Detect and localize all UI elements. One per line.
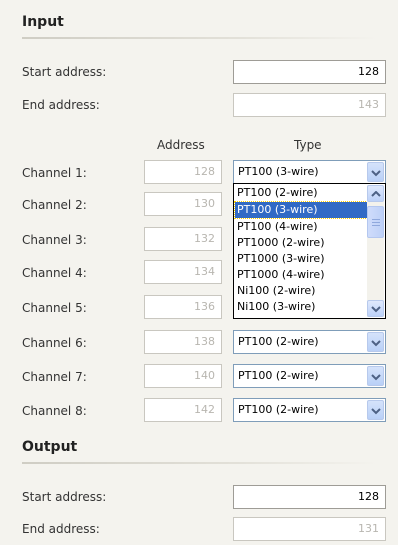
channel-type-value: PT100 (2-wire) bbox=[238, 369, 319, 382]
channel-address-field: 130 bbox=[144, 192, 222, 216]
dropdown-scrollbar[interactable] bbox=[367, 185, 384, 317]
input-end-address-field: 143 bbox=[233, 93, 386, 117]
output-end-address-label: End address: bbox=[22, 522, 100, 536]
output-end-address-field: 131 bbox=[233, 517, 386, 541]
dropdown-option[interactable]: Ni100 (3-wire) bbox=[235, 299, 367, 315]
scroll-thumb[interactable] bbox=[367, 206, 384, 238]
input-start-address-label: Start address: bbox=[22, 65, 107, 79]
channel-label: Channel 6: bbox=[22, 336, 87, 350]
channel-address-field: 140 bbox=[144, 364, 222, 388]
channel-1-type-select[interactable]: PT100 (3-wire) bbox=[233, 160, 386, 184]
channel-label: Channel 1: bbox=[22, 166, 87, 180]
dropdown-option[interactable]: PT1000 (4-wire) bbox=[235, 267, 367, 283]
chevron-down-icon[interactable] bbox=[367, 332, 384, 352]
channel-7-type-select[interactable]: PT100 (2-wire) bbox=[233, 364, 386, 388]
output-start-address-label: Start address: bbox=[22, 490, 107, 504]
dropdown-option[interactable]: Ni100 (2-wire) bbox=[235, 283, 367, 299]
channel-address-field: 128 bbox=[144, 160, 222, 184]
output-start-address-field[interactable]: 128 bbox=[233, 485, 386, 509]
dropdown-option[interactable]: PT100 (4-wire) bbox=[235, 219, 367, 235]
chevron-down-icon[interactable] bbox=[367, 366, 384, 386]
channel-type-value: PT100 (2-wire) bbox=[238, 335, 319, 348]
channel-6-type-select[interactable]: PT100 (2-wire) bbox=[233, 330, 386, 354]
chevron-down-icon[interactable] bbox=[367, 162, 384, 182]
channel-label: Channel 4: bbox=[22, 266, 87, 280]
channel-type-value: PT100 (3-wire) bbox=[238, 165, 319, 178]
channel-address-field: 132 bbox=[144, 227, 222, 251]
output-section-divider bbox=[22, 462, 377, 464]
input-section-divider bbox=[22, 37, 377, 39]
channel-address-field: 142 bbox=[144, 398, 222, 422]
channel-type-dropdown-list[interactable]: PT100 (2-wire) PT100 (3-wire) PT100 (4-w… bbox=[233, 183, 386, 319]
scroll-up-button[interactable] bbox=[367, 185, 384, 202]
channel-label: Channel 3: bbox=[22, 233, 87, 247]
dropdown-option[interactable]: PT100 (2-wire) bbox=[235, 185, 367, 201]
input-section-title: Input bbox=[22, 14, 64, 30]
channel-label: Channel 5: bbox=[22, 301, 87, 315]
dropdown-option[interactable]: PT1000 (2-wire) bbox=[235, 235, 367, 251]
input-start-address-field[interactable]: 128 bbox=[233, 60, 386, 84]
channel-address-field: 134 bbox=[144, 260, 222, 284]
dropdown-option[interactable]: PT1000 (3-wire) bbox=[235, 251, 367, 267]
chevron-down-icon bbox=[371, 306, 381, 313]
chevron-down-icon[interactable] bbox=[367, 400, 384, 420]
channel-8-type-select[interactable]: PT100 (2-wire) bbox=[233, 398, 386, 422]
channel-address-field: 136 bbox=[144, 295, 222, 319]
channel-address-field: 138 bbox=[144, 330, 222, 354]
scroll-down-button[interactable] bbox=[367, 300, 384, 317]
channel-label: Channel 2: bbox=[22, 198, 87, 212]
channel-type-value: PT100 (2-wire) bbox=[238, 403, 319, 416]
channel-label: Channel 8: bbox=[22, 404, 87, 418]
dropdown-option-selected[interactable]: PT100 (3-wire) bbox=[234, 201, 368, 219]
output-section-title: Output bbox=[22, 439, 78, 455]
channel-label: Channel 7: bbox=[22, 370, 87, 384]
type-column-header: Type bbox=[294, 138, 322, 152]
input-end-address-label: End address: bbox=[22, 98, 100, 112]
address-column-header: Address bbox=[157, 138, 205, 152]
chevron-up-icon bbox=[371, 191, 381, 197]
